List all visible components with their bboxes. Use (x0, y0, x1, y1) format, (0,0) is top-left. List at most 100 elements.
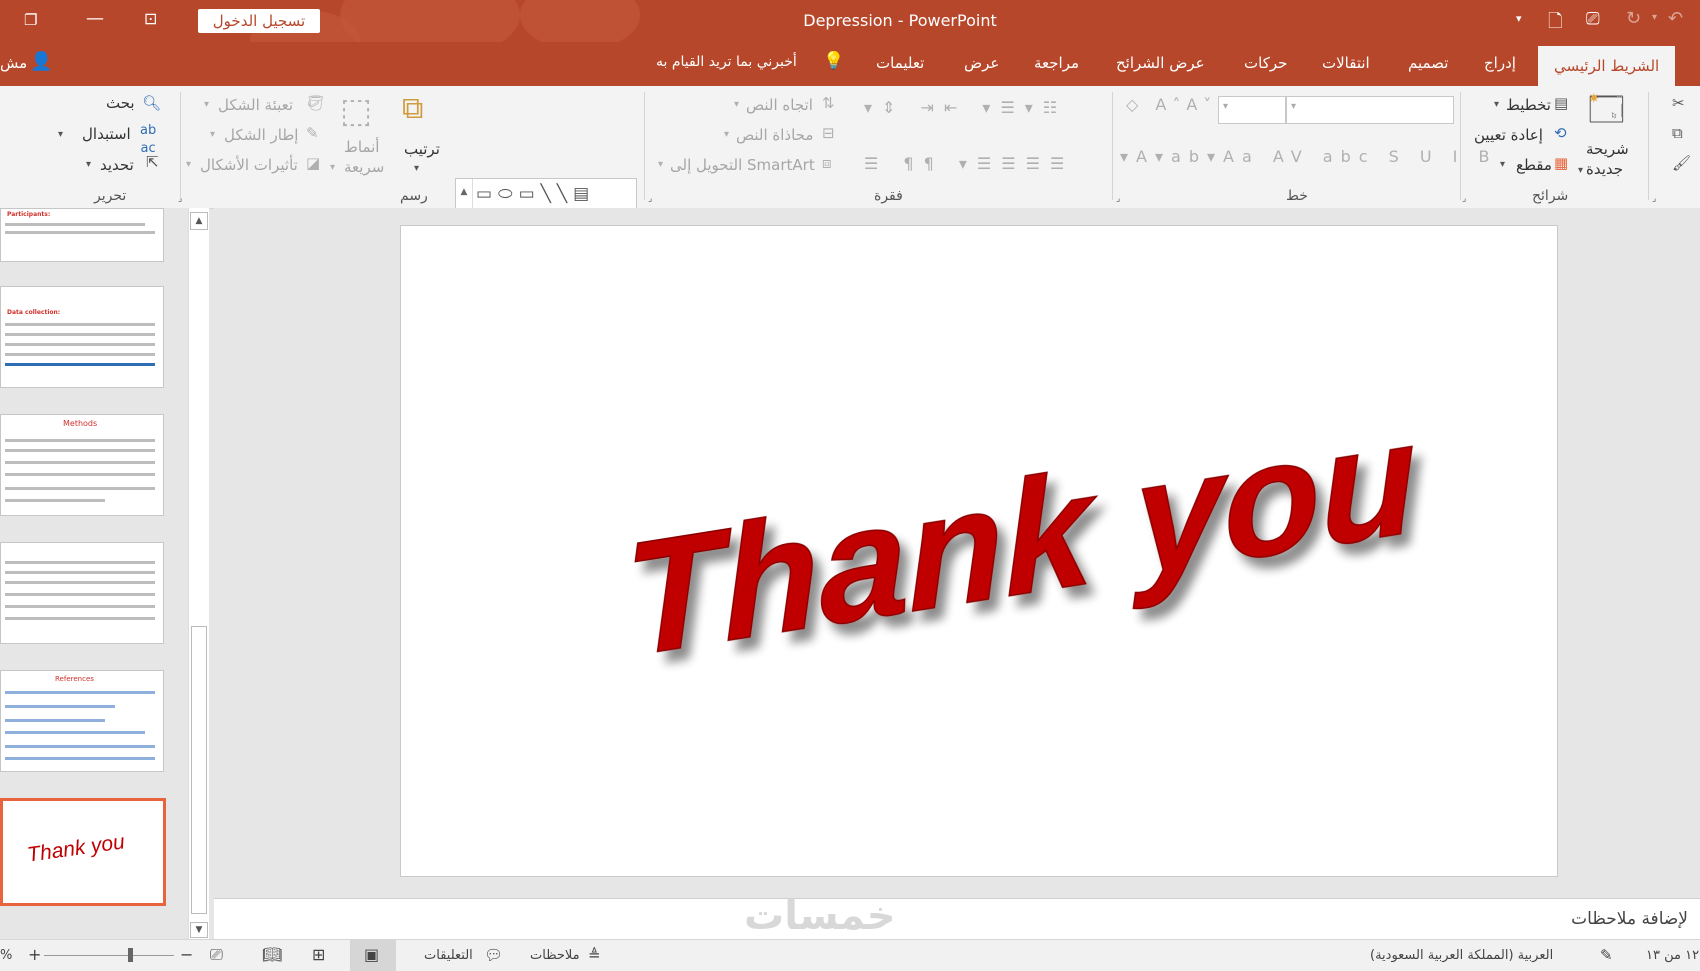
shape-fill-button[interactable]: تعبئة الشكل (218, 96, 293, 114)
notes-button[interactable]: ملاحظات (530, 948, 580, 963)
comments-button[interactable]: التعليقات (424, 948, 473, 963)
dialog-launcher-icon[interactable]: ⌟ (1462, 190, 1466, 208)
tab-review[interactable]: مراجعة (1034, 54, 1079, 72)
dialog-launcher-icon[interactable]: ⌟ (1116, 190, 1120, 208)
dialog-launcher-icon[interactable]: ⌟ (178, 190, 182, 208)
restore-icon[interactable]: ❐ (24, 11, 37, 29)
section-button[interactable]: مقطع (1516, 156, 1552, 174)
arrange-button[interactable]: ترتيب (404, 140, 440, 158)
dialog-launcher-icon[interactable]: ⌟ (1652, 190, 1656, 208)
new-slide-dropdown-icon[interactable]: ▾ (1578, 162, 1583, 180)
zoom-slider-thumb[interactable] (128, 948, 133, 962)
dialog-launcher-icon[interactable]: ⌟ (648, 190, 652, 208)
slide-sorter-icon[interactable]: ⊞ (312, 945, 325, 964)
select-dropdown-icon[interactable]: ▾ (86, 156, 91, 174)
scroll-down-icon[interactable]: ▼ (190, 922, 208, 938)
thumbnail-scrollbar[interactable]: ▲ ▼ (188, 208, 209, 939)
scissors-icon[interactable]: ✂ (1672, 94, 1685, 112)
signin-button[interactable]: تسجيل الدخول (198, 9, 320, 33)
arrange-icon[interactable]: ⧉ (402, 92, 423, 126)
shape-effects-button[interactable]: تأثيرات الأشكال (200, 156, 298, 174)
tab-insert[interactable]: إدراج (1484, 54, 1516, 72)
paint-bucket-icon[interactable]: 🪣︎ (306, 94, 325, 112)
notes-placeholder[interactable]: لإضافة ملاحظات (1571, 909, 1688, 929)
shape-effects-dropdown-icon[interactable]: ▾ (186, 156, 191, 174)
find-icon[interactable]: 🔍︎ (142, 94, 161, 112)
quick-styles-icon[interactable]: ⬚ (340, 92, 372, 130)
align-text-dropdown-icon[interactable]: ▾ (724, 126, 729, 144)
comment-icon[interactable]: 💬︎ (484, 946, 503, 964)
reset-icon[interactable]: ⟲ (1554, 124, 1567, 142)
shape-effects-icon[interactable]: ◪ (306, 154, 320, 172)
replace-button[interactable]: استبدال (82, 125, 131, 143)
scroll-thumb[interactable] (191, 626, 207, 914)
smartart-icon[interactable]: ⧈ (822, 154, 832, 172)
scroll-up-icon[interactable]: ▲ (190, 212, 208, 230)
font-format-icons[interactable]: ▾A▾ab▾Aa AV abc S U I B (1120, 148, 1489, 166)
zoom-slider[interactable] (44, 955, 174, 956)
shape-fill-dropdown-icon[interactable]: ▾ (204, 96, 209, 114)
new-file-icon[interactable]: 🗋 (1548, 9, 1562, 39)
thank-you-wordart[interactable]: Thank you (401, 226, 1557, 876)
section-dropdown-icon[interactable]: ▾ (1500, 156, 1505, 174)
font-size-dropdown[interactable]: ▾ (1218, 96, 1286, 124)
slide-thumbnail[interactable]: Data collection: (0, 286, 164, 388)
new-slide-label-1[interactable]: شريحة (1586, 140, 1629, 158)
quick-styles-label-2[interactable]: سريعة (344, 158, 384, 176)
pencil-icon[interactable]: ✎ (306, 124, 319, 142)
tab-view[interactable]: عرض (964, 54, 999, 72)
zoom-percent[interactable]: % (0, 948, 12, 963)
layout-dropdown-icon[interactable]: ▾ (1494, 96, 1499, 114)
reading-view-icon[interactable]: 📖︎ (262, 945, 282, 964)
new-slide-label-2[interactable]: جديدة (1586, 160, 1623, 178)
select-button[interactable]: تحديد (100, 156, 134, 174)
current-slide[interactable]: Thank you (400, 225, 1558, 877)
replace-dropdown-icon[interactable]: ▾ (58, 126, 63, 144)
ribbon-display-icon[interactable]: ⊡ (144, 9, 157, 28)
lightbulb-icon[interactable]: 💡 (823, 51, 844, 71)
person-icon[interactable]: 👤 (30, 51, 52, 72)
smartart-button[interactable]: التحويل إلى SmartArt (670, 156, 815, 174)
format-painter-icon[interactable]: 🖌︎ (1672, 154, 1691, 172)
slideshow-view-icon[interactable]: ⎚ (210, 945, 223, 965)
language-indicator[interactable]: العربية (المملكة العربية السعودية) (1370, 948, 1553, 963)
zoom-out-icon[interactable]: − (180, 945, 193, 964)
find-button[interactable]: بحث (106, 94, 135, 112)
tab-animations[interactable]: حركات (1244, 54, 1287, 72)
font-name-dropdown[interactable]: ▾ (1286, 96, 1454, 124)
text-direction-button[interactable]: اتجاه النص (746, 96, 813, 114)
select-cursor-icon[interactable]: ⇱ (146, 153, 159, 171)
smartart-dropdown-icon[interactable]: ▾ (658, 156, 663, 174)
shape-outline-button[interactable]: إطار الشكل (224, 126, 298, 144)
tab-transitions[interactable]: انتقالات (1322, 54, 1370, 72)
text-direction-dropdown-icon[interactable]: ▾ (734, 96, 739, 114)
section-icon[interactable]: ▦ (1554, 154, 1568, 172)
quick-styles-label-1[interactable]: أنماط (344, 138, 379, 156)
notes-pane[interactable]: لإضافة ملاحظات خمسات (214, 893, 1700, 940)
tab-home[interactable]: الشريط الرئيسي (1538, 46, 1676, 86)
tab-slideshow[interactable]: عرض الشرائح (1116, 54, 1205, 72)
font-size-icons[interactable]: ◇ A˄A˅ (1126, 96, 1216, 114)
quick-styles-dropdown-icon[interactable]: ▾ (330, 159, 335, 177)
align-text-button[interactable]: محاذاة النص (736, 126, 813, 144)
shape-outline-dropdown-icon[interactable]: ▾ (210, 126, 215, 144)
arrange-dropdown-icon[interactable]: ▾ (414, 160, 419, 178)
share-label[interactable]: مش (0, 54, 27, 72)
align-text-icon[interactable]: ⊟ (822, 124, 835, 142)
text-direction-icon[interactable]: ⇅ (822, 94, 835, 112)
slide-thumbnail[interactable]: Participants: (0, 208, 164, 262)
slide-thumbnail[interactable] (0, 542, 164, 644)
paragraph-icons[interactable]: ▾⇕ ⇥⇤ ▾☰▾☷ ☰ ¶¶ ▾☰☰☰☰ (864, 94, 1104, 178)
slideshow-start-icon[interactable]: ⎚ (1586, 9, 1600, 29)
layout-button[interactable]: تخطيط (1506, 96, 1551, 114)
notes-icon[interactable]: ≜ (588, 946, 601, 964)
copy-icon[interactable]: ⧉ (1672, 124, 1683, 142)
slide-thumbnail[interactable]: References (0, 670, 164, 772)
customize-toolbar-icon[interactable]: ▾ (1516, 12, 1522, 25)
tell-me-box[interactable]: أخبرني بما تريد القيام به (656, 54, 797, 70)
spellcheck-icon[interactable]: ✎ (1600, 946, 1613, 964)
zoom-in-icon[interactable]: + (28, 945, 41, 964)
slide-thumbnail[interactable]: Methods (0, 414, 164, 516)
tab-help[interactable]: تعليمات (876, 54, 924, 72)
layout-icon[interactable]: ▤ (1554, 94, 1568, 112)
